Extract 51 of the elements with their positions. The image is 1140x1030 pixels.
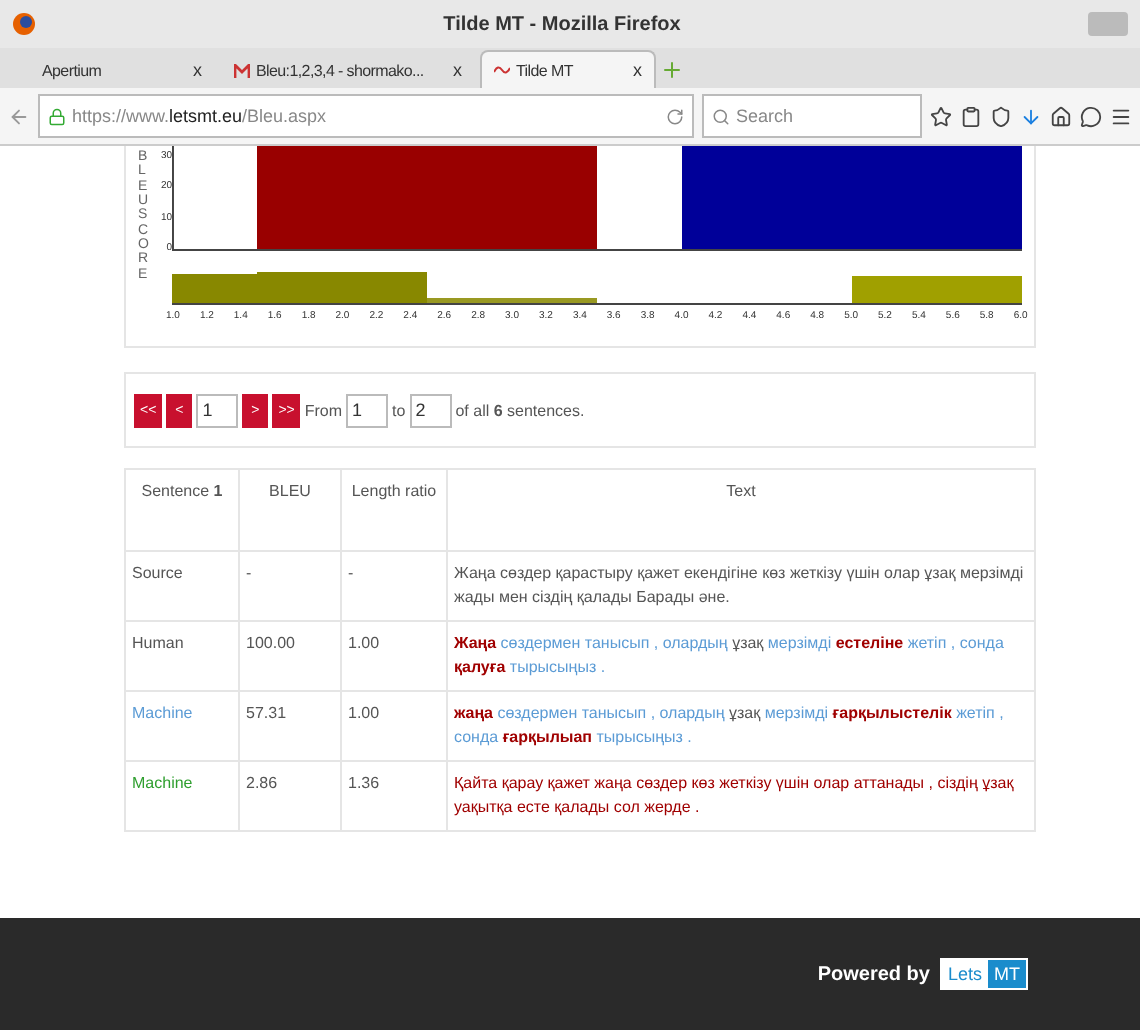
table-cell: - [239, 551, 341, 621]
shield-icon[interactable] [990, 105, 1012, 127]
row-label: Machine [125, 761, 239, 831]
wave-icon [494, 64, 510, 76]
table-cell: 2.86 [239, 761, 341, 831]
row-label: Human [125, 621, 239, 691]
sentence-text: Жаңа сөздермен танысып , олардың ұзақ мерзімді естеліне жетіп , сонда қалуға тырысыңыз . [447, 621, 1035, 691]
table-cell: 1.00 [341, 621, 447, 691]
home-icon[interactable] [1050, 105, 1072, 127]
menu-icon[interactable] [1110, 105, 1132, 127]
close-icon[interactable]: x [633, 60, 642, 80]
address-field[interactable]: https://www.letsmt.eu/Bleu.aspx [38, 94, 694, 138]
chat-icon[interactable] [1080, 105, 1102, 127]
to-label: to [392, 401, 406, 419]
browser-tab[interactable]: Tilde MT x [480, 50, 656, 88]
browser-tab[interactable]: Bleu:1,2,3,4 - shormako... x [220, 50, 476, 88]
column-header: BLEU [239, 469, 341, 551]
sentence-text: Жаңа сөздер қарастыру қажет екендігіне көз жеткізу үшін олар ұзақ мерзімді жады мен сіздің қалады Барады әне. [447, 551, 1035, 621]
window-title: Tilde MT - Mozilla Firefox [441, 13, 683, 35]
to-field[interactable]: 2 [409, 393, 452, 427]
search-icon [712, 107, 730, 125]
row-label: Machine [125, 691, 239, 761]
back-icon[interactable] [8, 105, 30, 127]
table-cell: 1.00 [341, 691, 447, 761]
from-field[interactable]: 1 [346, 393, 389, 427]
column-header: Sentence 1 [125, 469, 239, 551]
clipboard-icon[interactable] [960, 105, 982, 127]
logo[interactable]: Lets MT [939, 958, 1028, 990]
powered-by-text: Powered by [817, 963, 930, 985]
sentence-text: Қайта қарау қажет жаңа сөздер көз жеткізу үшін олар аттанады , сіздің ұзақ уақытқа есте қалады сол жерде . [447, 761, 1035, 831]
table-cell: 57.31 [239, 691, 341, 761]
table-cell: - [341, 551, 447, 621]
browser-tab[interactable]: Apertium x [28, 50, 216, 88]
star-icon[interactable] [930, 105, 952, 127]
close-icon[interactable]: x [193, 60, 202, 80]
row-label: Source [125, 551, 239, 621]
lock-icon [48, 107, 66, 125]
sentence-count: of all 6 sentences. [455, 401, 585, 419]
sentence-text: жаңа сөздермен танысып , олардың ұзақ мерзімді ғарқылыстелік жетіп , сонда ғарқылыап тырысыңыз . [447, 691, 1035, 761]
column-header: Text [447, 469, 1035, 551]
reload-icon[interactable] [666, 107, 684, 125]
table-cell: 1.36 [341, 761, 447, 831]
table-cell: 100.00 [239, 621, 341, 691]
close-icon[interactable]: x [453, 60, 462, 80]
from-label: From [304, 401, 343, 419]
download-icon[interactable] [1020, 105, 1042, 127]
column-header: Length ratio [341, 469, 447, 551]
page-field[interactable]: 1 [196, 393, 239, 427]
browser-logo-icon [12, 12, 36, 36]
mail-icon [234, 63, 250, 77]
search-field[interactable]: Search [702, 94, 922, 138]
